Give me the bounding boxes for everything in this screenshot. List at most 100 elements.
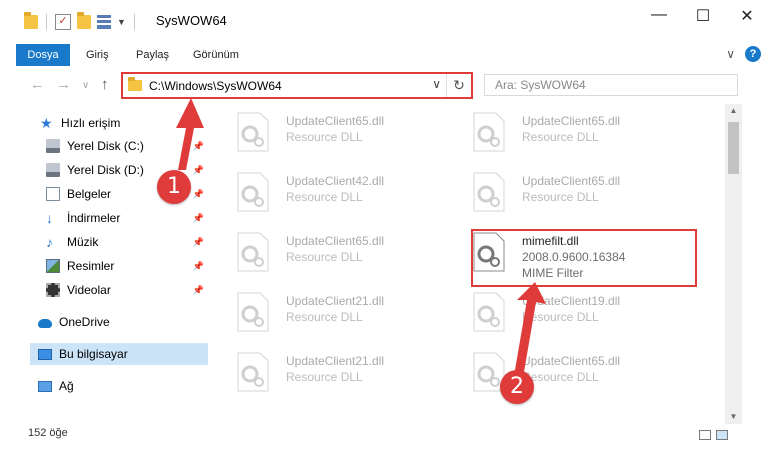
folder-icon	[128, 77, 142, 91]
sidebar-item-label: Resimler	[67, 259, 115, 273]
sidebar-item-quick-access[interactable]: ★ Hızlı erişim	[40, 112, 208, 134]
file-item[interactable]: UpdateClient65.dll Resource DLL	[458, 166, 688, 218]
file-name: UpdateClient65.dll	[286, 234, 385, 248]
file-item[interactable]: UpdateClient65.dll Resource DLL	[458, 346, 688, 398]
highlight-box-file	[471, 229, 697, 287]
dll-file-icon	[237, 172, 269, 212]
help-icon[interactable]: ?	[745, 46, 761, 62]
address-bar[interactable]: C:\Windows\SysWOW64 ∨ ↻	[121, 72, 473, 99]
file-item[interactable]: UpdateClient19.dll Resource DLL	[458, 286, 688, 338]
minimize-button[interactable]: —	[637, 6, 681, 26]
recent-locations-button[interactable]: ∨	[82, 80, 89, 91]
file-item[interactable]: UpdateClient65.dll Resource DLL	[222, 226, 452, 278]
sidebar-item-this-pc[interactable]: Bu bilgisayar	[30, 343, 208, 365]
dll-file-icon	[473, 112, 505, 152]
customize-toolbar-icon[interactable]: ▼	[117, 17, 126, 27]
dll-file-icon	[237, 232, 269, 272]
sidebar-item-label: Bu bilgisayar	[59, 347, 128, 361]
close-button[interactable]: ✕	[725, 6, 769, 26]
vertical-scrollbar[interactable]: ▲ ▼	[725, 104, 742, 424]
tiles-view-icon[interactable]	[716, 430, 728, 440]
forward-button[interactable]: →	[56, 76, 71, 93]
document-icon	[46, 187, 60, 201]
ribbon-right: ∨ ?	[726, 46, 761, 62]
pin-icon: 📌	[192, 284, 204, 295]
sidebar-item-label: OneDrive	[59, 315, 110, 329]
network-icon	[38, 380, 52, 392]
computer-icon	[38, 348, 52, 360]
file-item[interactable]: UpdateClient42.dll Resource DLL	[222, 166, 452, 218]
file-name: UpdateClient65.dll	[286, 114, 385, 128]
sidebar-item-network[interactable]: Ağ	[38, 375, 208, 397]
new-folder-icon[interactable]	[77, 12, 91, 29]
sidebar-item-label: Videolar	[67, 283, 111, 297]
sidebar-item-downloads[interactable]: ↓ İndirmeler 📌	[46, 207, 208, 229]
tab-view[interactable]: Görünüm	[193, 44, 239, 66]
file-item[interactable]: UpdateClient65.dll Resource DLL	[222, 106, 452, 158]
address-path: C:\Windows\SysWOW64	[149, 79, 282, 93]
item-count: 152 öğe	[28, 427, 68, 439]
sidebar-item-videos[interactable]: Videolar 📌	[46, 279, 208, 301]
scroll-down-arrow-icon[interactable]: ▼	[725, 410, 742, 424]
file-name: UpdateClient65.dll	[522, 174, 621, 188]
file-description: Resource DLL	[286, 310, 363, 324]
tab-share[interactable]: Paylaş	[136, 44, 169, 66]
pin-icon: 📌	[192, 236, 204, 247]
properties-icon[interactable]	[97, 15, 111, 29]
sidebar-item-music[interactable]: ♪ Müzik 📌	[46, 231, 208, 253]
file-description: Resource DLL	[286, 250, 363, 264]
sidebar-item-onedrive[interactable]: OneDrive	[38, 311, 208, 333]
star-icon: ★	[40, 115, 53, 131]
file-item[interactable]: UpdateClient21.dll Resource DLL	[222, 346, 452, 398]
refresh-button[interactable]: ↻	[446, 74, 471, 97]
file-description: Resource DLL	[522, 310, 599, 324]
window-controls: — ☐ ✕	[637, 6, 769, 26]
scrollbar-thumb[interactable]	[728, 122, 739, 174]
sidebar-item-label: Ağ	[59, 379, 74, 393]
pin-icon: 📌	[192, 140, 204, 151]
navigation-pane: ★ Hızlı erişim Yerel Disk (C:) 📌 Yerel D…	[0, 104, 210, 414]
sidebar-item-label: Belgeler	[67, 187, 112, 201]
sidebar-item-label: Yerel Disk (C:)	[67, 139, 144, 153]
annotation-badge-2: 2	[500, 370, 534, 404]
up-button[interactable]: ↑	[101, 76, 109, 93]
details-view-icon[interactable]	[699, 430, 711, 440]
ribbon: Dosya Giriş Paylaş Görünüm ∨ ?	[0, 42, 769, 68]
scroll-up-arrow-icon[interactable]: ▲	[725, 104, 742, 118]
pictures-icon	[46, 259, 60, 273]
file-description: Resource DLL	[522, 190, 599, 204]
hard-drive-icon	[46, 163, 60, 177]
file-name: UpdateClient42.dll	[286, 174, 385, 188]
film-icon	[46, 283, 60, 297]
file-description: Resource DLL	[522, 370, 599, 384]
search-input[interactable]: Ara: SysWOW64	[484, 74, 738, 96]
hard-drive-icon	[46, 139, 60, 153]
pin-icon: 📌	[192, 260, 204, 271]
tab-file[interactable]: Dosya	[16, 44, 70, 66]
window-title: SysWOW64	[156, 13, 227, 28]
download-icon: ↓	[46, 210, 53, 226]
file-name: UpdateClient19.dll	[522, 294, 621, 308]
toolbar-divider	[46, 14, 47, 30]
back-button[interactable]: ←	[30, 76, 45, 93]
file-item[interactable]: UpdateClient21.dll Resource DLL	[222, 286, 452, 338]
toolbar-divider	[133, 14, 135, 30]
file-description: Resource DLL	[522, 130, 599, 144]
quick-access-toolbar: ✓ ▼	[24, 12, 137, 30]
tab-home[interactable]: Giriş	[86, 44, 109, 66]
cloud-icon	[38, 319, 52, 328]
dll-file-icon	[237, 292, 269, 332]
sidebar-item-local-disk-c[interactable]: Yerel Disk (C:) 📌	[46, 135, 208, 157]
address-dropdown-icon[interactable]: ∨	[432, 77, 441, 91]
dll-file-icon	[237, 112, 269, 152]
maximize-button[interactable]: ☐	[681, 6, 725, 26]
pin-icon: 📌	[192, 164, 204, 175]
file-description: Resource DLL	[286, 190, 363, 204]
sidebar-item-pictures[interactable]: Resimler 📌	[46, 255, 208, 277]
dll-file-icon	[473, 172, 505, 212]
file-description: Resource DLL	[286, 370, 363, 384]
expand-ribbon-icon[interactable]: ∨	[726, 47, 735, 61]
pin-icon: 📌	[192, 188, 204, 199]
properties-check-icon[interactable]: ✓	[55, 14, 71, 30]
file-item[interactable]: UpdateClient65.dll Resource DLL	[458, 106, 688, 158]
